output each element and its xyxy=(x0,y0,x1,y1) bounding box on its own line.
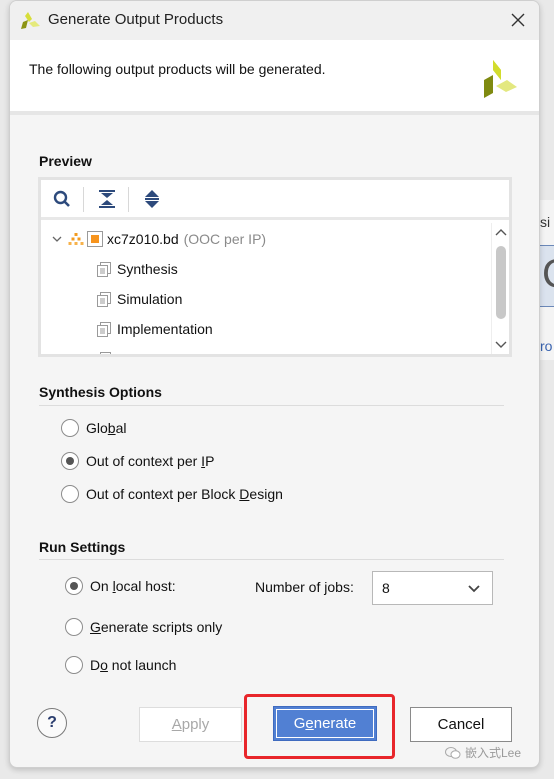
watermark: 嵌入式Lee xyxy=(445,744,521,761)
tree-item[interactable]: Implementation xyxy=(97,314,213,344)
close-button[interactable] xyxy=(505,7,531,33)
radio-label: On local host: xyxy=(90,578,176,594)
block-design-file-icon xyxy=(87,231,103,247)
background-text: si xyxy=(540,214,551,230)
radio-on-local-host[interactable]: On local host: xyxy=(65,577,176,595)
radio-label: Out of context per Block Design xyxy=(86,486,283,502)
number-of-jobs-select[interactable]: 8 xyxy=(372,571,493,605)
expand-all-icon xyxy=(145,190,159,208)
cancel-button[interactable]: Cancel xyxy=(410,707,512,742)
radio-button[interactable] xyxy=(65,577,83,595)
document-icon xyxy=(97,261,111,277)
help-icon: ? xyxy=(47,714,57,731)
generate-button[interactable]: Ge nerate xyxy=(273,706,377,741)
background-link: ro xyxy=(540,338,553,354)
banner-message: The following output products will be ge… xyxy=(29,61,326,77)
toolbar-separator xyxy=(128,187,129,212)
tree-item[interactable] xyxy=(97,344,117,354)
watermark-text: 嵌入式Lee xyxy=(465,746,522,760)
radio-label: Generate scripts only xyxy=(90,619,223,635)
radio-do-not-launch[interactable]: Do not launch xyxy=(65,656,176,674)
background-big-text: C xyxy=(542,252,554,297)
chevron-down-icon xyxy=(468,585,480,593)
toolbar-separator xyxy=(83,187,84,212)
collapse-all-icon xyxy=(99,190,115,208)
radio-ooc-per-ip[interactable]: Out of context per IP xyxy=(61,452,214,470)
jobs-value: 8 xyxy=(382,580,390,596)
tree-item-label: Synthesis xyxy=(117,261,178,277)
window-title: Generate Output Products xyxy=(48,11,224,28)
run-settings-title: Run Settings xyxy=(39,539,126,555)
synthesis-options-title: Synthesis Options xyxy=(39,384,162,400)
radio-button[interactable] xyxy=(65,618,83,636)
section-divider xyxy=(39,559,504,560)
vivado-logo-icon xyxy=(21,12,40,29)
title-bar: Generate Output Products xyxy=(10,1,539,40)
tree-item[interactable]: Synthesis xyxy=(97,254,178,284)
radio-label: Out of context per IP xyxy=(86,453,215,469)
radio-global[interactable]: Global xyxy=(61,419,127,437)
number-of-jobs-label: Number of jobs: xyxy=(255,579,354,595)
document-icon xyxy=(97,291,111,307)
radio-button[interactable] xyxy=(61,419,79,437)
preview-panel: xc7z010.bd (OOC per IP) Synthesis Simula… xyxy=(38,177,512,357)
radio-ooc-per-block-design[interactable]: Out of context per Block Design xyxy=(61,485,283,503)
generate-output-products-dialog: Generate Output Products The following o… xyxy=(9,0,540,768)
radio-button[interactable] xyxy=(61,452,79,470)
help-button[interactable]: ? xyxy=(37,708,67,738)
search-button[interactable] xyxy=(51,188,73,210)
preview-section-title: Preview xyxy=(39,153,92,169)
chevron-down-icon[interactable] xyxy=(51,233,63,245)
output-products-tree: xc7z010.bd (OOC per IP) Synthesis Simula… xyxy=(41,223,491,354)
radio-label: Do not launch xyxy=(90,657,177,673)
tree-scrollbar[interactable] xyxy=(491,223,509,354)
vivado-banner-logo-icon xyxy=(484,60,517,98)
radio-generate-scripts-only[interactable]: Generate scripts only xyxy=(65,618,222,636)
radio-button[interactable] xyxy=(61,485,79,503)
expand-all-button[interactable] xyxy=(141,188,163,210)
tree-item-label: Simulation xyxy=(117,291,183,307)
radio-button[interactable] xyxy=(65,656,83,674)
close-icon xyxy=(511,13,525,27)
search-icon xyxy=(53,190,70,207)
radio-label: Global xyxy=(86,420,127,436)
scroll-down-icon[interactable] xyxy=(494,337,508,351)
preview-toolbar xyxy=(41,180,509,220)
apply-button[interactable]: Apply xyxy=(139,707,242,742)
document-icon xyxy=(100,351,111,354)
tree-root-label: xc7z010.bd xyxy=(107,231,179,247)
tree-root-row[interactable]: xc7z010.bd (OOC per IP) xyxy=(51,224,266,254)
section-divider xyxy=(39,405,504,406)
document-icon xyxy=(97,321,111,337)
background-window: si C ro xyxy=(540,200,554,360)
collapse-all-button[interactable] xyxy=(96,188,118,210)
header-banner: The following output products will be ge… xyxy=(10,40,539,115)
tree-root-note: (OOC per IP) xyxy=(183,231,267,247)
scroll-thumb[interactable] xyxy=(496,246,506,319)
tree-item-label: Implementation xyxy=(117,321,213,337)
tree-item[interactable]: Simulation xyxy=(97,284,182,314)
block-design-hierarchy-icon xyxy=(68,233,84,245)
wechat-icon xyxy=(445,746,461,759)
scroll-up-icon[interactable] xyxy=(494,226,508,240)
